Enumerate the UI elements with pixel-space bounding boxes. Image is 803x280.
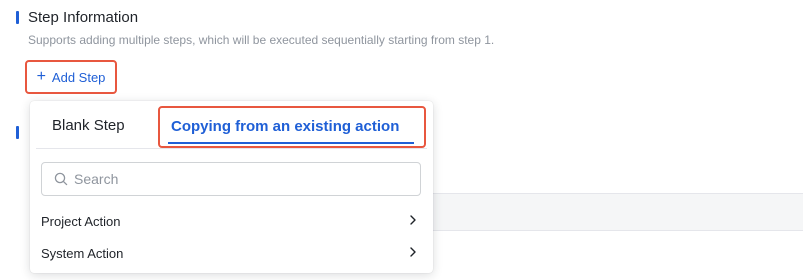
chevron-right-icon <box>410 247 416 257</box>
plus-icon: + <box>36 67 46 85</box>
second-section-accent-bar <box>16 126 19 139</box>
menu-item-label: Project Action <box>41 213 121 229</box>
tab-copy-existing-action-label: Copying from an existing action <box>171 118 400 135</box>
tab-blank-step[interactable]: Blank Step <box>52 117 125 134</box>
tab-copy-existing-action[interactable]: Copying from an existing action <box>158 106 426 148</box>
background-table-header <box>420 193 803 231</box>
tabs-divider <box>36 148 427 149</box>
search-icon <box>54 172 68 186</box>
chevron-right-icon <box>410 215 416 225</box>
active-tab-indicator <box>168 142 414 144</box>
menu-item-system-action[interactable]: System Action <box>30 238 433 268</box>
dropdown-tabs: Blank Step Copying from an existing acti… <box>30 101 433 149</box>
section-accent-bar <box>16 11 19 24</box>
search-field[interactable] <box>41 162 421 196</box>
search-input[interactable] <box>74 171 394 187</box>
section-title: Step Information <box>28 9 139 26</box>
section-description: Supports adding multiple steps, which wi… <box>28 33 495 47</box>
menu-item-project-action[interactable]: Project Action <box>30 206 433 236</box>
menu-item-label: System Action <box>41 245 124 261</box>
add-step-label: Add Step <box>51 69 106 85</box>
add-step-button[interactable]: + Add Step <box>25 60 117 94</box>
add-step-dropdown: Blank Step Copying from an existing acti… <box>30 101 433 273</box>
